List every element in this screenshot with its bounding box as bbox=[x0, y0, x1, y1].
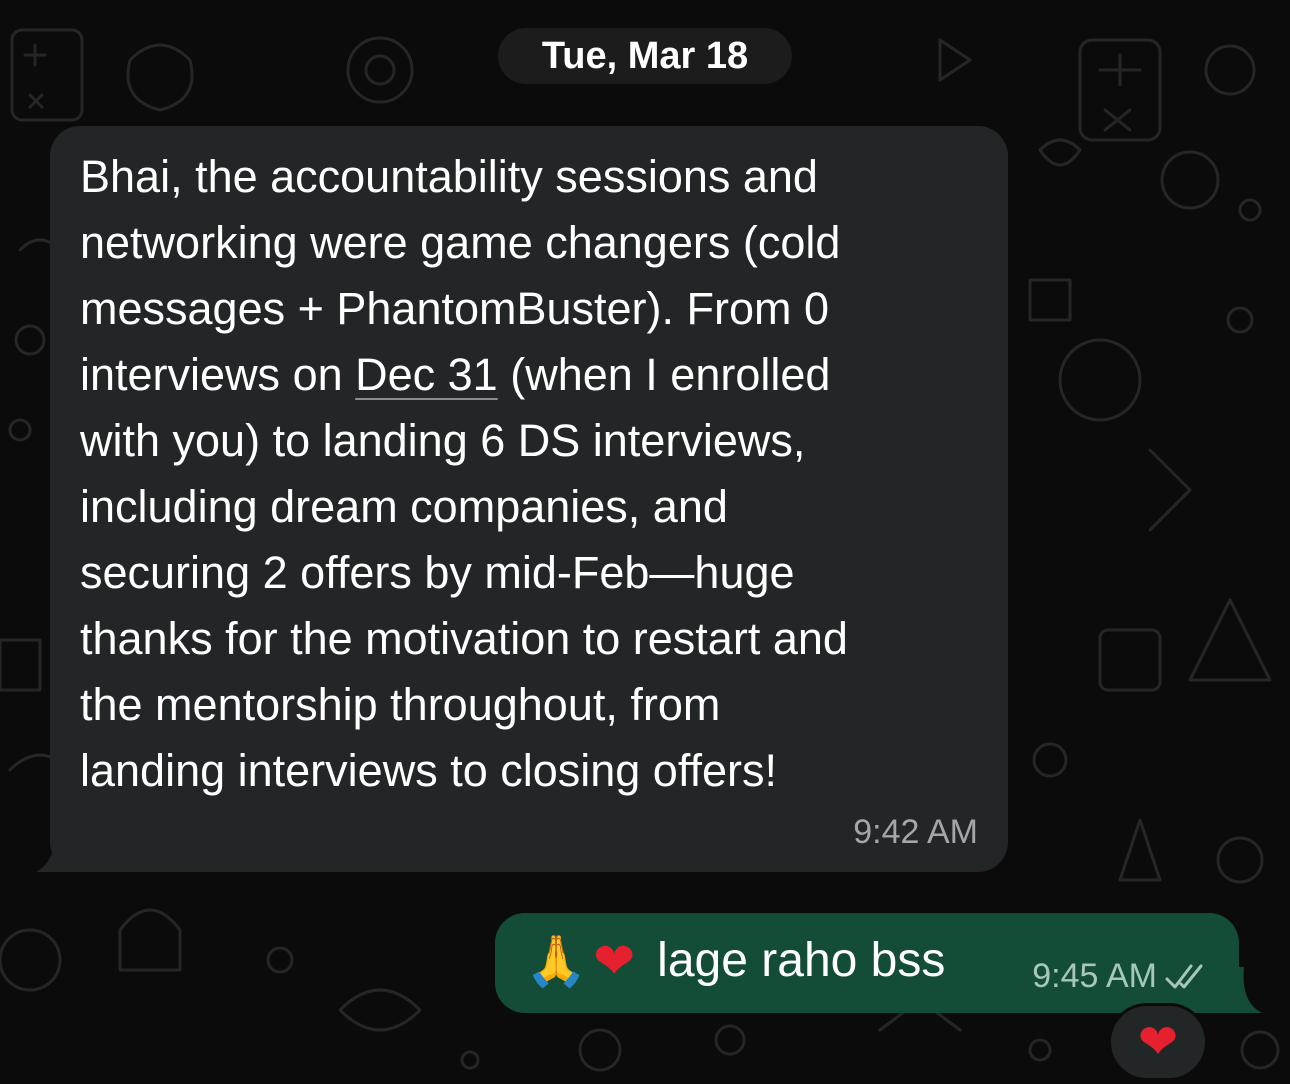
red-heart-emoji-icon: ❤ bbox=[593, 932, 636, 990]
outgoing-message-meta: 9:45 AM bbox=[1032, 957, 1213, 996]
incoming-message-time: 9:42 AM bbox=[853, 813, 978, 851]
date-link[interactable]: Dec 31 bbox=[355, 349, 498, 400]
folded-hands-emoji-icon: 🙏 bbox=[525, 932, 588, 990]
message-text-part: (when I enrolled with you) to landing 6 … bbox=[80, 349, 848, 796]
outgoing-message-words: lage raho bss bbox=[657, 934, 946, 987]
heart-reaction-icon: ❤ bbox=[1137, 1014, 1179, 1070]
outgoing-message-time: 9:45 AM bbox=[1032, 957, 1157, 995]
date-separator: Tue, Mar 18 bbox=[498, 28, 792, 84]
incoming-message-text: Bhai, the accountability sessions and ne… bbox=[80, 144, 990, 804]
incoming-message-bubble[interactable]: Bhai, the accountability sessions and ne… bbox=[50, 126, 1008, 872]
outgoing-message-text: 🙏 ❤ lage raho bss bbox=[525, 929, 945, 993]
double-check-icon bbox=[1165, 964, 1203, 988]
message-reaction[interactable]: ❤ bbox=[1108, 1003, 1208, 1081]
outgoing-message-bubble[interactable]: 🙏 ❤ lage raho bss 9:45 AM bbox=[495, 913, 1239, 1013]
